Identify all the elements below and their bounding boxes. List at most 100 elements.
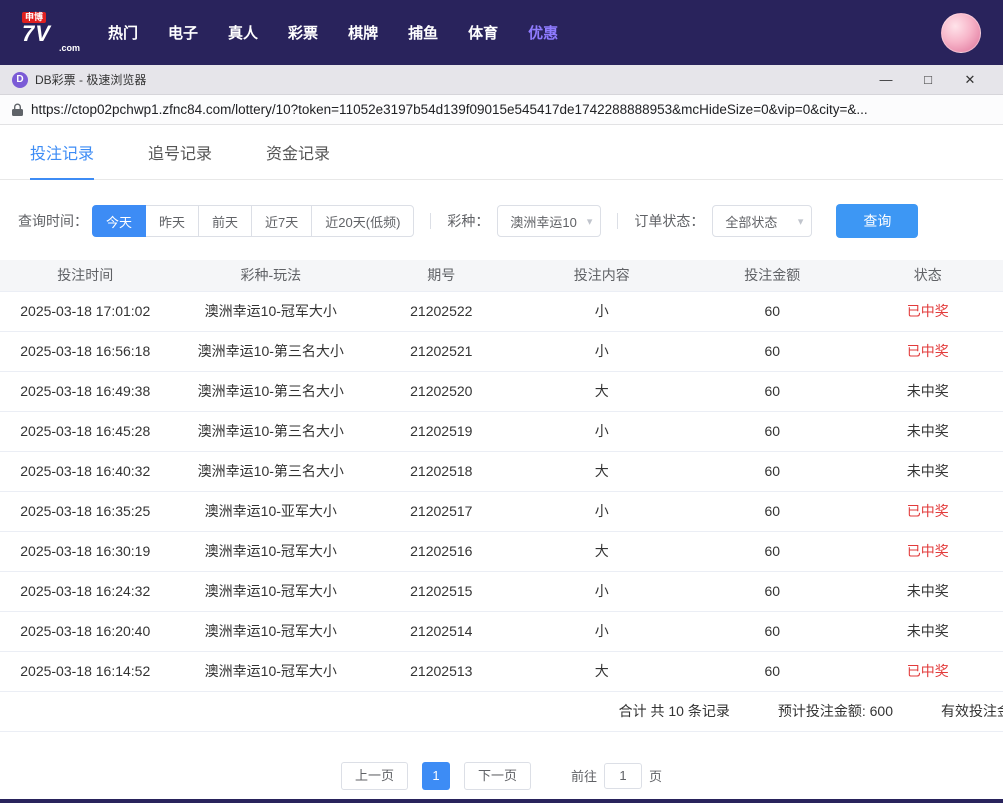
minimize-icon[interactable]: — (865, 66, 907, 94)
cell-status: 已中奖 (852, 531, 1003, 572)
cell-bet-time: 2025-03-18 16:45:28 (0, 411, 171, 452)
column-header: 彩种-玩法 (170, 260, 372, 292)
main-nav: 申博 7V .com 热门 电子 真人 彩票 棋牌 捕鱼 体育 优惠 (0, 0, 1003, 65)
cell-game-play: 澳洲幸运10-第三名大小 (170, 411, 372, 452)
lock-icon (12, 103, 23, 117)
nav-items: 热门 电子 真人 彩票 棋牌 捕鱼 体育 优惠 (108, 22, 558, 43)
cell-game-play: 澳洲幸运10-冠军大小 (170, 291, 372, 332)
cell-bet-amount: 60 (692, 571, 853, 612)
cell-bet-time: 2025-03-18 16:35:25 (0, 491, 171, 532)
time-filter-button[interactable]: 近20天(低频) (311, 205, 415, 237)
prev-page-button[interactable]: 上一页 (340, 761, 408, 790)
cell-issue-number: 21202520 (371, 371, 512, 412)
maximize-icon[interactable]: □ (907, 66, 949, 94)
cell-status: 已中奖 (852, 331, 1003, 372)
cell-game-play: 澳洲幸运10-冠军大小 (170, 531, 372, 572)
table-row: 2025-03-18 16:14:52 澳洲幸运10-冠军大小 21202513 大 6… (0, 651, 1003, 692)
cell-bet-amount: 60 (692, 451, 853, 492)
lottery-label: 彩种： (447, 213, 490, 229)
cell-bet-amount: 60 (692, 331, 853, 372)
browser-title-bar: D DB彩票 - 极速浏览器 — □ ✕ (0, 65, 1003, 95)
app-icon: D (12, 71, 28, 88)
tab[interactable]: 资金记录 (266, 125, 330, 179)
nav-item[interactable]: 热门 (108, 22, 138, 43)
time-filter-label: 查询时间： (18, 213, 88, 229)
goto-page-input[interactable] (604, 762, 643, 789)
summary-valid-amount: 有效投注金 (941, 703, 1003, 719)
cell-status: 未中奖 (852, 571, 1003, 612)
time-filter-button[interactable]: 今天 (92, 205, 147, 237)
cell-bet-time: 2025-03-18 16:20:40 (0, 611, 171, 652)
brand-logo[interactable]: 申博 7V .com (22, 11, 80, 54)
cell-bet-time: 2025-03-18 16:49:38 (0, 371, 171, 412)
tabs: 投注记录 追号记录 资金记录 (0, 125, 1003, 180)
cell-bet-amount: 60 (692, 651, 853, 692)
window-title: DB彩票 - 极速浏览器 (35, 73, 147, 87)
order-status-select[interactable]: 全部状态 ▾ (712, 205, 813, 237)
table-row: 2025-03-18 17:01:02 澳洲幸运10-冠军大小 21202522 小 6… (0, 291, 1003, 332)
search-button[interactable]: 查询 (836, 204, 919, 238)
table-header-row: 投注时间 彩种-玩法 期号 投注内容 投注金额 状态 (0, 260, 1003, 292)
nav-item[interactable]: 棋牌 (348, 22, 378, 43)
lottery-select[interactable]: 澳洲幸运10 ▾ (497, 205, 602, 237)
divider (617, 213, 619, 229)
cell-bet-content: 小 (511, 291, 693, 332)
order-status-value: 全部状态 (725, 214, 778, 230)
goto-suffix: 页 (649, 769, 663, 784)
cell-status: 未中奖 (852, 611, 1003, 652)
cell-bet-content: 小 (511, 331, 693, 372)
summary-expected-amount: 预计投注金额: 600 (777, 703, 893, 719)
table-row: 2025-03-18 16:35:25 澳洲幸运10-亚军大小 21202517 小 6… (0, 491, 1003, 532)
time-filter-button[interactable]: 前天 (198, 205, 253, 237)
tab[interactable]: 追号记录 (148, 125, 212, 179)
cell-issue-number: 21202519 (371, 411, 512, 452)
nav-item[interactable]: 捕鱼 (408, 22, 438, 43)
time-filter-group: 今天 昨天 前天 近7天 近20天(低频) (92, 205, 415, 237)
order-status-label: 订单状态： (634, 213, 705, 229)
cell-game-play: 澳洲幸运10-第三名大小 (170, 451, 372, 492)
cell-status: 未中奖 (852, 451, 1003, 492)
user-avatar[interactable] (941, 12, 981, 53)
close-icon[interactable]: ✕ (949, 66, 991, 94)
nav-item[interactable]: 优惠 (528, 22, 558, 43)
nav-item[interactable]: 体育 (468, 22, 498, 43)
nav-item[interactable]: 真人 (228, 22, 258, 43)
page-number-current[interactable]: 1 (421, 761, 450, 790)
time-filter-button[interactable]: 昨天 (145, 205, 200, 237)
address-url: https://ctop02pchwp1.zfnc84.com/lottery/… (31, 102, 868, 117)
cell-bet-amount: 60 (692, 291, 853, 332)
table-row: 2025-03-18 16:49:38 澳洲幸运10-第三名大小 21202520 大… (0, 371, 1003, 412)
cell-bet-amount: 60 (692, 491, 853, 532)
cell-bet-content: 小 (511, 611, 693, 652)
cell-issue-number: 21202521 (371, 331, 512, 372)
cell-bet-amount: 60 (692, 611, 853, 652)
cell-bet-content: 小 (511, 571, 693, 612)
cell-game-play: 澳洲幸运10-第三名大小 (170, 331, 372, 372)
bet-table-body: 2025-03-18 17:01:02 澳洲幸运10-冠军大小 21202522 小 6… (0, 291, 1003, 692)
cell-bet-time: 2025-03-18 16:40:32 (0, 451, 171, 492)
cell-bet-content: 大 (511, 531, 693, 572)
cell-issue-number: 21202514 (371, 611, 512, 652)
cell-bet-time: 2025-03-18 16:30:19 (0, 531, 171, 572)
goto-label: 前往 (571, 769, 598, 784)
brand-suffix: .com (58, 43, 80, 54)
cell-issue-number: 21202518 (371, 451, 512, 492)
nav-item[interactable]: 彩票 (288, 22, 318, 43)
nav-item[interactable]: 电子 (168, 22, 198, 43)
time-filter-button[interactable]: 近7天 (251, 205, 313, 237)
table-row: 2025-03-18 16:30:19 澳洲幸运10-冠军大小 21202516 大 6… (0, 531, 1003, 572)
cell-bet-content: 小 (511, 411, 693, 452)
cell-game-play: 澳洲幸运10-冠军大小 (170, 651, 372, 692)
brand-name: 7V (22, 21, 51, 47)
chevron-down-icon: ▾ (797, 215, 804, 228)
cell-bet-content: 小 (511, 491, 693, 532)
cell-status: 已中奖 (852, 491, 1003, 532)
cell-issue-number: 21202522 (371, 291, 512, 332)
browser-url-bar[interactable]: https://ctop02pchwp1.zfnc84.com/lottery/… (0, 95, 1003, 125)
cell-game-play: 澳洲幸运10-亚军大小 (170, 491, 372, 532)
column-header: 投注内容 (511, 260, 693, 292)
next-page-button[interactable]: 下一页 (463, 761, 531, 790)
tab[interactable]: 投注记录 (30, 125, 95, 180)
cell-status: 已中奖 (852, 291, 1003, 332)
table-row: 2025-03-18 16:20:40 澳洲幸运10-冠军大小 21202514 小 6… (0, 611, 1003, 652)
